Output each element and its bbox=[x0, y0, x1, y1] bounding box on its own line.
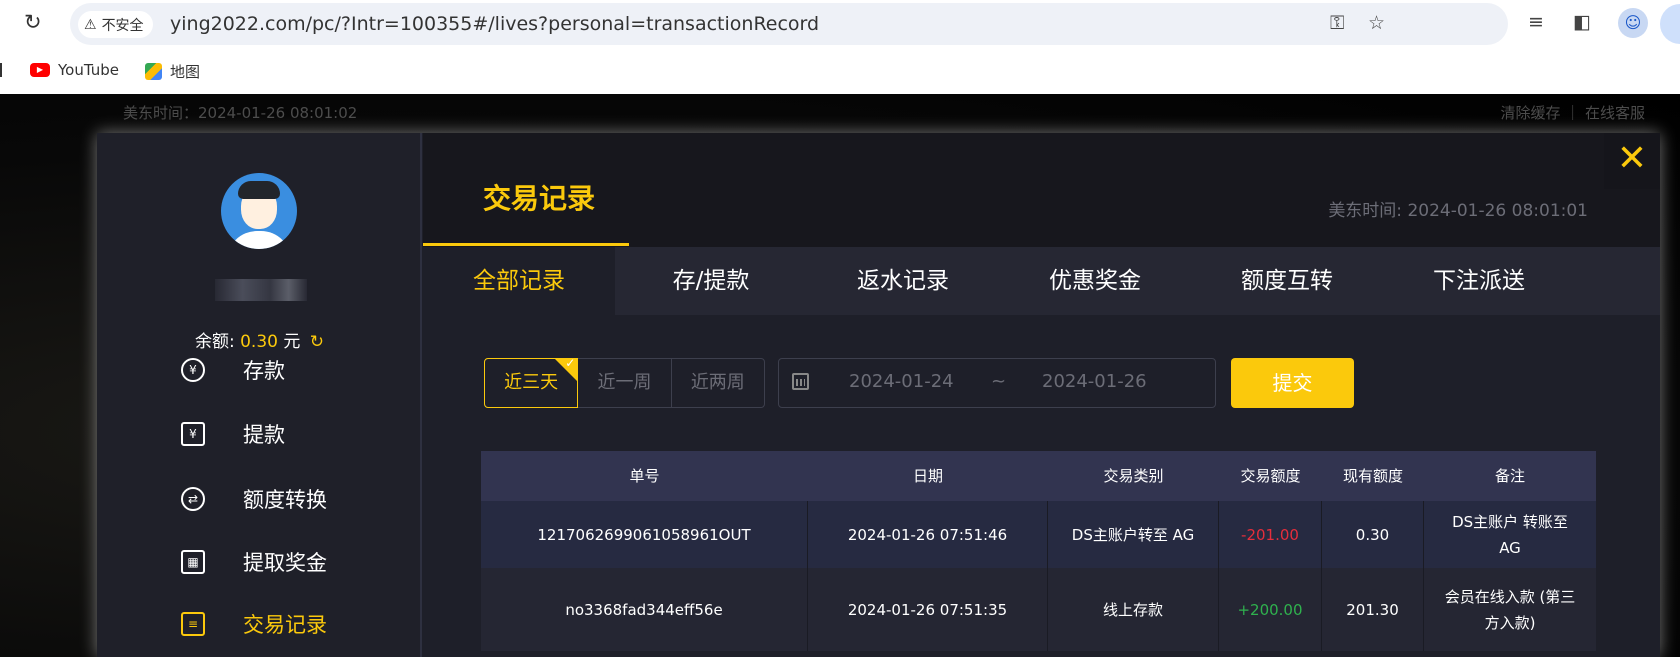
bookmark-label: YouTube bbox=[58, 61, 119, 79]
balance-unit: 元 bbox=[283, 332, 301, 352]
bookmark-youtube[interactable]: ▶ YouTube bbox=[30, 61, 119, 79]
range-2-weeks[interactable]: 近两周 bbox=[672, 359, 764, 407]
user-avatar bbox=[221, 173, 297, 249]
yen-coin-icon: ¥ bbox=[181, 358, 205, 382]
cell-type: DS主账户转至 AG bbox=[1048, 501, 1219, 568]
browser-toolbar: ↻ ⚠ 不安全 ying2022.com/pc/?Intr=100355#/li… bbox=[0, 0, 1680, 47]
calendar-icon bbox=[792, 373, 809, 390]
star-icon[interactable]: ☆ bbox=[1368, 12, 1385, 34]
side-panel-icon[interactable]: ◧ bbox=[1573, 11, 1591, 33]
balance-label: 余额: bbox=[194, 332, 235, 352]
title-underline bbox=[423, 243, 629, 246]
tab-deposit-withdraw[interactable]: 存/提款 bbox=[615, 247, 807, 315]
menu-label: 额度转换 bbox=[243, 488, 327, 512]
range-label: 近三天 bbox=[504, 372, 559, 393]
gift-icon: ▦ bbox=[181, 550, 205, 574]
media-queue-icon[interactable]: ≡ bbox=[1528, 11, 1544, 33]
cell-type: 线上存款 bbox=[1048, 568, 1219, 651]
table-row: no3368fad344eff56e 2024-01-26 07:51:35 线… bbox=[481, 568, 1596, 651]
close-icon[interactable]: ✕ bbox=[1604, 133, 1660, 189]
cell-date: 2024-01-26 07:51:35 bbox=[808, 568, 1048, 651]
col-date: 日期 bbox=[912, 467, 943, 485]
submit-button[interactable]: 提交 bbox=[1231, 358, 1354, 408]
key-icon[interactable]: ⚿ bbox=[1330, 12, 1344, 34]
account-sidebar: 余额: 0.30 元 ↻ ¥ 存款 ¥ 提款 ⇄ 额度转换 ▦ 提取奖金 ≡ 交… bbox=[97, 133, 422, 657]
start-date-input[interactable]: 2024-01-24 bbox=[849, 371, 954, 392]
record-icon: ≡ bbox=[181, 612, 205, 636]
date-range-presets: 近三天 ✓ 近一周 近两周 bbox=[484, 356, 765, 408]
tab-quota-transfer[interactable]: 额度互转 bbox=[1191, 247, 1383, 315]
col-note: 备注 bbox=[1494, 467, 1525, 485]
profile-chip[interactable] bbox=[1660, 4, 1680, 44]
address-bar[interactable]: ⚠ 不安全 ying2022.com/pc/?Intr=100355#/live… bbox=[70, 3, 1508, 45]
col-order-id: 单号 bbox=[629, 467, 660, 485]
balance-line: 余额: 0.30 元 ↻ bbox=[97, 327, 422, 352]
menu-withdraw[interactable]: ¥ 提款 bbox=[181, 419, 285, 449]
url-text[interactable]: ying2022.com/pc/?Intr=100355#/lives?pers… bbox=[170, 13, 819, 35]
transfer-coin-icon: ⇄ bbox=[181, 487, 205, 511]
col-amount: 交易额度 bbox=[1240, 467, 1301, 485]
menu-label: 提取奖金 bbox=[243, 551, 327, 575]
col-balance: 现有额度 bbox=[1342, 467, 1403, 485]
refresh-icon[interactable]: ↻ bbox=[310, 332, 324, 352]
cell-amount: +200.00 bbox=[1219, 568, 1322, 651]
cell-order-id: no3368fad344eff56e bbox=[481, 568, 808, 651]
cell-order-id: 1217062699061058961OUT bbox=[481, 501, 808, 568]
date-range-picker[interactable]: 2024-01-24 ~ 2024-01-26 bbox=[778, 358, 1216, 408]
bookmarks-bar: ▶ YouTube 地图 bbox=[0, 47, 1680, 94]
transaction-table: 单号 日期 交易类别 交易额度 现有额度 备注 1217062699061058… bbox=[481, 451, 1596, 651]
range-1-week[interactable]: 近一周 bbox=[578, 359, 672, 407]
record-tabs: 全部记录 存/提款 返水记录 优惠奖金 额度互转 下注派送 bbox=[423, 247, 1660, 315]
page-title: 交易记录 bbox=[483, 182, 596, 215]
tab-all-records[interactable]: 全部记录 bbox=[423, 247, 615, 315]
tab-rebate[interactable]: 返水记录 bbox=[807, 247, 999, 315]
bookmark-edge bbox=[0, 63, 2, 77]
menu-transfer[interactable]: ⇄ 额度转换 bbox=[181, 484, 327, 514]
col-type: 交易类别 bbox=[1103, 467, 1164, 485]
eastern-time: 美东时间: 2024-01-26 08:01:01 bbox=[1328, 201, 1588, 221]
profile-avatar-icon[interactable]: ☺ bbox=[1618, 8, 1648, 38]
menu-bonus[interactable]: ▦ 提取奖金 bbox=[181, 547, 327, 577]
cell-amount: -201.00 bbox=[1219, 501, 1322, 568]
table-header: 单号 日期 交易类别 交易额度 现有额度 备注 bbox=[481, 451, 1596, 501]
site-header-links[interactable]: 清除缓存 ｜ 在线客服 bbox=[1500, 102, 1645, 123]
date-separator: ~ bbox=[991, 371, 1007, 392]
avatar-hair bbox=[238, 181, 280, 199]
cell-note: 会员在线入款 (第三方入款) bbox=[1444, 587, 1576, 632]
youtube-icon: ▶ bbox=[30, 63, 50, 77]
range-3-days[interactable]: 近三天 ✓ bbox=[484, 356, 579, 408]
menu-label: 存款 bbox=[243, 359, 285, 383]
bookmark-label: 地图 bbox=[170, 63, 201, 81]
security-label: 不安全 bbox=[101, 17, 144, 34]
end-date-input[interactable]: 2024-01-26 bbox=[1042, 371, 1147, 392]
withdraw-ticket-icon: ¥ bbox=[181, 422, 205, 446]
warning-icon: ⚠ bbox=[84, 16, 97, 33]
menu-label: 交易记录 bbox=[243, 613, 327, 637]
cell-date: 2024-01-26 07:51:46 bbox=[808, 501, 1048, 568]
table-row: 1217062699061058961OUT 2024-01-26 07:51:… bbox=[481, 501, 1596, 568]
reload-icon[interactable]: ↻ bbox=[24, 10, 42, 34]
site-header-time: 美东时间：2024-01-26 08:01:02 bbox=[123, 104, 358, 122]
username-redacted bbox=[215, 279, 307, 301]
account-modal: 余额: 0.30 元 ↻ ¥ 存款 ¥ 提款 ⇄ 额度转换 ▦ 提取奖金 ≡ 交… bbox=[97, 133, 1660, 657]
panel-header: 交易记录 美东时间: 2024-01-26 08:01:01 ✕ bbox=[423, 133, 1660, 247]
cell-balance: 0.30 bbox=[1322, 501, 1424, 568]
menu-label: 提款 bbox=[243, 423, 285, 447]
tab-bet-dispatch[interactable]: 下注派送 bbox=[1383, 247, 1575, 315]
tab-promo-bonus[interactable]: 优惠奖金 bbox=[999, 247, 1191, 315]
check-icon: ✓ bbox=[565, 356, 576, 370]
balance-amount: 0.30 bbox=[240, 332, 278, 352]
records-panel: 交易记录 美东时间: 2024-01-26 08:01:01 ✕ 全部记录 存/… bbox=[423, 133, 1660, 657]
maps-icon bbox=[145, 63, 162, 80]
avatar-body bbox=[227, 231, 291, 249]
cell-balance: 201.30 bbox=[1322, 568, 1424, 651]
menu-deposit[interactable]: ¥ 存款 bbox=[181, 355, 285, 385]
menu-transaction-records[interactable]: ≡ 交易记录 bbox=[181, 609, 327, 639]
security-chip[interactable]: ⚠ 不安全 bbox=[78, 11, 153, 38]
bookmark-maps[interactable]: 地图 bbox=[145, 61, 200, 82]
cell-note: DS主账户 转账至 AG bbox=[1452, 512, 1568, 557]
